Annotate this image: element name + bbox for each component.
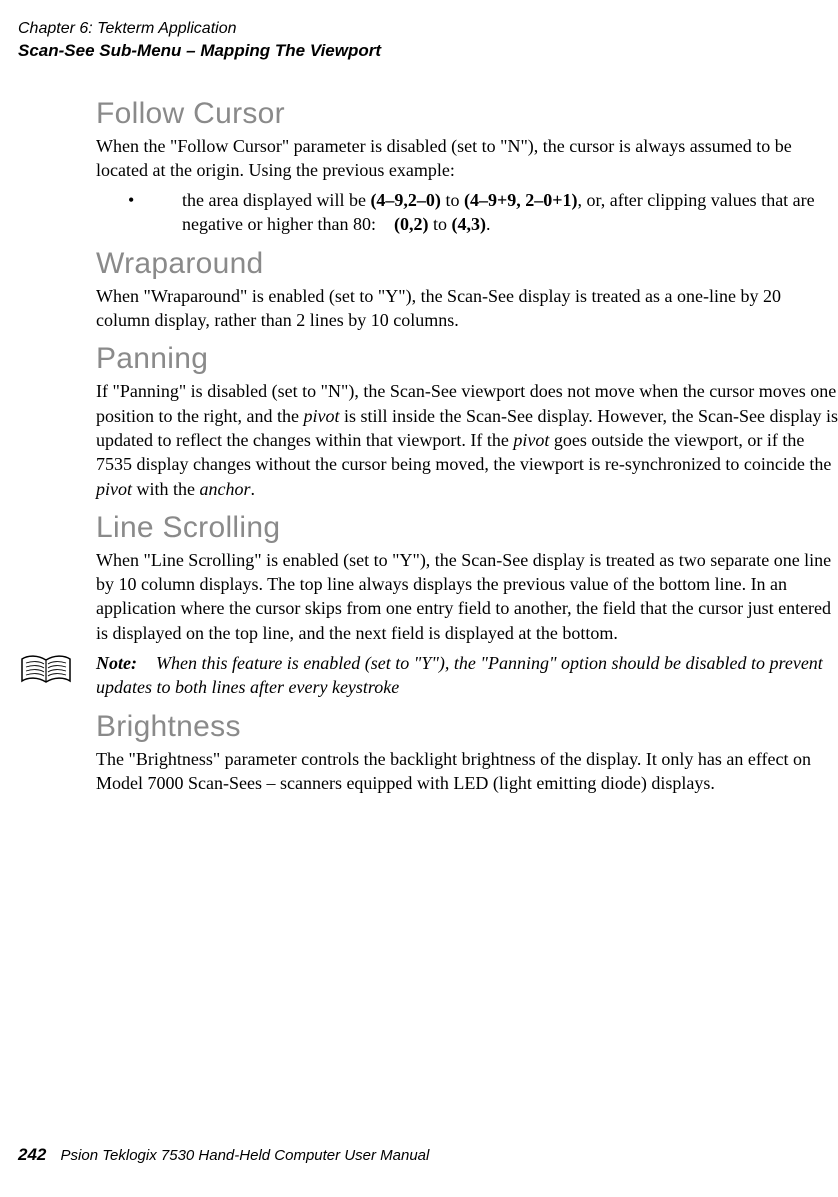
bold-coords-4: (4,3) — [451, 214, 486, 234]
bold-coords-1: (4–9,2–0) — [370, 190, 441, 210]
note-body: Note:When this feature is enabled (set t… — [96, 651, 838, 700]
heading-brightness: Brightness — [96, 710, 838, 743]
page-number: 242 — [18, 1145, 46, 1164]
italic-pivot-1: pivot — [303, 406, 339, 426]
content-column: Follow Cursor When the "Follow Cursor" p… — [96, 97, 838, 796]
note-label: Note: — [96, 651, 156, 675]
page-root: Chapter 6: Tekterm Application Scan-See … — [0, 0, 838, 1197]
bold-coords-2: (4–9+9, 2–0+1) — [464, 190, 578, 210]
text-fragment: . — [251, 479, 256, 499]
italic-anchor: anchor — [200, 479, 251, 499]
text-fragment: to — [441, 190, 464, 210]
text-fragment: with the — [132, 479, 200, 499]
text-fragment: the area displayed will be — [182, 190, 370, 210]
para-brightness-1: The "Brightness" parameter controls the … — [96, 747, 838, 796]
text-fragment: to — [428, 214, 451, 234]
note-text: When this feature is enabled (set to "Y"… — [96, 653, 823, 697]
running-head-section: Scan-See Sub-Menu – Mapping The Viewport — [18, 40, 838, 63]
bold-coords-3: (0,2) — [394, 214, 429, 234]
italic-pivot-2: pivot — [513, 430, 549, 450]
heading-line-scrolling: Line Scrolling — [96, 511, 838, 544]
heading-wraparound: Wraparound — [96, 247, 838, 280]
heading-follow-cursor: Follow Cursor — [96, 97, 838, 130]
note-block: Note:When this feature is enabled (set t… — [18, 651, 838, 700]
para-line-scrolling-1: When "Line Scrolling" is enabled (set to… — [96, 548, 838, 645]
para-wraparound-1: When "Wraparound" is enabled (set to "Y"… — [96, 284, 838, 333]
italic-pivot-3: pivot — [96, 479, 132, 499]
running-head-chapter: Chapter 6: Tekterm Application — [18, 18, 838, 40]
para-follow-cursor-1: When the "Follow Cursor" parameter is di… — [96, 134, 838, 183]
bullet-text: the area displayed will be (4–9,2–0) to … — [182, 188, 838, 237]
note-book-icon — [18, 651, 96, 689]
bullet-marker: • — [96, 188, 182, 237]
para-panning-1: If "Panning" is disabled (set to "N"), t… — [96, 379, 838, 500]
text-fragment: . — [486, 214, 491, 234]
book-title: Psion Teklogix 7530 Hand-Held Computer U… — [61, 1147, 430, 1164]
page-footer: 242 Psion Teklogix 7530 Hand-Held Comput… — [18, 1144, 429, 1167]
bullet-item: • the area displayed will be (4–9,2–0) t… — [96, 188, 838, 237]
heading-panning: Panning — [96, 342, 838, 375]
